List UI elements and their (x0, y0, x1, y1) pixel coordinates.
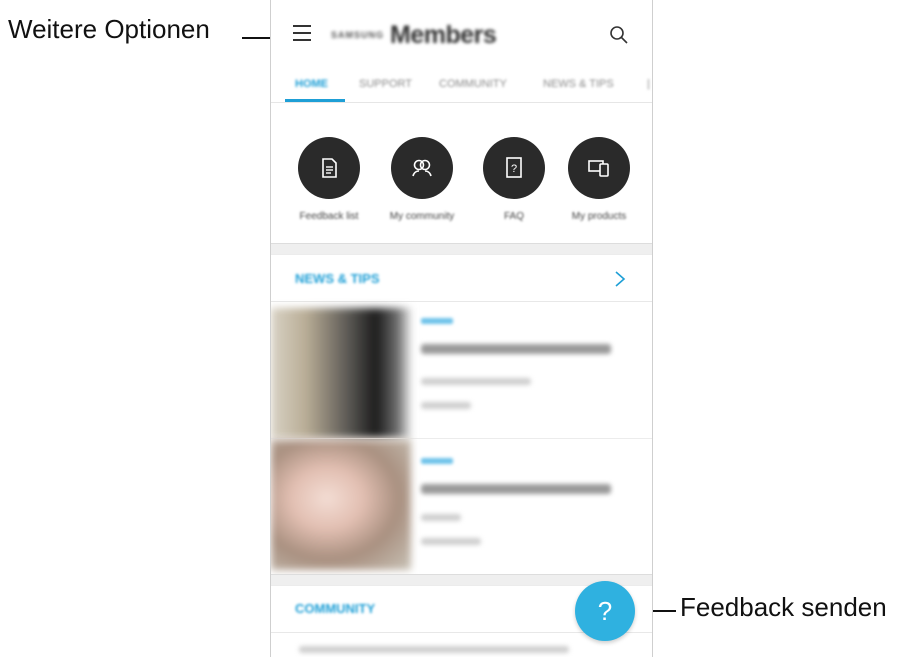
quick-action-feedback-list[interactable]: Feedback list (289, 137, 369, 222)
community-post-preview[interactable] (299, 646, 569, 653)
news-meta (421, 538, 481, 545)
news-thumbnail (271, 308, 411, 438)
quick-action-my-community[interactable]: My community (382, 137, 462, 222)
section-rule (271, 301, 652, 302)
tab-home[interactable]: HOME (295, 78, 328, 90)
tab-bar: HOME SUPPORT COMMUNITY NEWS & TIPS | (271, 70, 652, 103)
tab-support[interactable]: SUPPORT (359, 78, 412, 90)
quick-action-label: Feedback list (299, 211, 359, 222)
news-category-tag (421, 458, 453, 464)
quick-action-my-products[interactable]: My products (559, 137, 639, 222)
devices-icon (568, 137, 630, 199)
quick-action-label: FAQ (503, 211, 524, 222)
tab-overflow[interactable]: | (647, 78, 650, 90)
quick-action-faq[interactable]: ? FAQ (474, 137, 554, 222)
news-meta (421, 402, 471, 409)
news-section-title: NEWS & TIPS (295, 271, 380, 286)
tab-news-tips[interactable]: NEWS & TIPS (543, 78, 614, 90)
tab-community[interactable]: COMMUNITY (439, 78, 507, 90)
list-divider (271, 438, 652, 439)
search-icon[interactable] (609, 25, 629, 45)
news-headline (421, 344, 611, 354)
question-mark-icon: ? (597, 595, 613, 626)
chevron-right-icon[interactable] (613, 269, 627, 289)
quick-action-label: My products (571, 211, 627, 222)
news-subtext (421, 514, 461, 521)
quick-actions: Feedback list My community ? FAQ My prod… (271, 103, 652, 243)
people-icon (391, 137, 453, 199)
callout-send-feedback: Feedback senden (680, 592, 887, 622)
document-icon (298, 137, 360, 199)
phone-screen: SAMSUNG Members HOME SUPPORT COMMUNITY N… (270, 0, 653, 657)
news-category-tag (421, 318, 453, 324)
news-section-header[interactable]: NEWS & TIPS (271, 254, 652, 304)
news-subtext (421, 378, 531, 385)
app-name: Members (390, 20, 497, 49)
hamburger-menu-icon[interactable] (293, 25, 311, 41)
quick-action-label: My community (389, 211, 455, 222)
news-item[interactable] (271, 440, 652, 570)
callout-more-options: Weitere Optionen (8, 14, 210, 44)
feedback-fab-button[interactable]: ? (575, 581, 635, 641)
brand-label: SAMSUNG (331, 30, 385, 40)
community-section-title: COMMUNITY (295, 601, 376, 616)
news-headline (421, 484, 611, 494)
faq-icon: ? (483, 137, 545, 199)
app-header: SAMSUNG Members (271, 0, 652, 70)
news-thumbnail (271, 440, 411, 570)
active-tab-indicator (285, 99, 345, 102)
news-item[interactable] (271, 308, 652, 438)
svg-text:?: ? (511, 163, 517, 175)
app-title: SAMSUNG Members (331, 20, 497, 50)
